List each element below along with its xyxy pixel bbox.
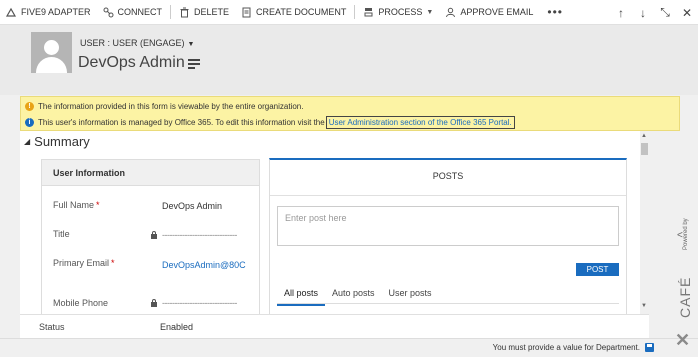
status-row: Status Enabled xyxy=(20,314,649,338)
trash-icon xyxy=(179,7,190,18)
posts-title: POSTS xyxy=(432,171,464,181)
mobile-phone-value: ------------------------------ xyxy=(162,298,237,308)
notification-bar: ! The information provided in this form … xyxy=(20,96,680,131)
brand-name: CAFÉ xyxy=(677,276,693,318)
delete-button[interactable]: DELETE xyxy=(173,0,235,25)
scroll-down-icon[interactable]: ▼ xyxy=(641,303,647,309)
required-marker: * xyxy=(96,200,100,210)
form-scrollbar[interactable]: ▲ ▼ xyxy=(640,131,649,314)
info-notification: i This user's information is managed by … xyxy=(25,116,515,129)
five9-adapter-label: FIVE9 ADAPTER xyxy=(21,7,91,17)
avatar-body xyxy=(36,57,67,73)
chevron-down-icon: ▼ xyxy=(426,8,434,16)
status-label: Status xyxy=(39,322,65,332)
process-button[interactable]: PROCESS ▼ xyxy=(357,0,439,25)
form-selector[interactable]: USER : USER (ENGAGE) ▼ xyxy=(80,38,194,48)
connect-label: CONNECT xyxy=(117,7,163,17)
post-input[interactable]: Enter post here xyxy=(277,206,619,246)
record-name: DevOps Admin xyxy=(78,54,185,71)
field-label-text: Full Name xyxy=(53,200,95,210)
close-icon[interactable]: ✕ xyxy=(676,6,698,20)
full-name-label: Full Name * xyxy=(53,200,100,210)
branding-panel: < Powered by CAFÉ ✕ xyxy=(671,218,695,355)
lock-icon xyxy=(150,231,158,239)
summary-section-header[interactable]: ◢ Summary xyxy=(24,134,90,149)
office365-portal-link[interactable]: User Administration section of the Offic… xyxy=(325,116,515,129)
scroll-thumb[interactable] xyxy=(641,143,648,155)
five9-adapter-button[interactable]: FIVE9 ADAPTER xyxy=(0,0,97,25)
divider xyxy=(170,5,172,19)
divider xyxy=(270,195,626,196)
document-icon xyxy=(241,7,252,18)
arrow-down-icon[interactable]: ↓ xyxy=(632,6,654,20)
connect-button[interactable]: CONNECT xyxy=(97,0,169,25)
panel-title: User Information xyxy=(42,160,259,186)
footer-bar: You must provide a value for Department. xyxy=(0,338,698,357)
full-name-field[interactable]: DevOps Admin xyxy=(162,201,252,211)
title-field: ------------------------------ xyxy=(150,230,255,240)
field-label-text: Primary Email xyxy=(53,258,110,268)
delete-label: DELETE xyxy=(194,7,230,17)
warning-icon: ! xyxy=(25,102,34,111)
expand-icon[interactable]: ⤡ xyxy=(654,5,676,20)
divider xyxy=(354,5,356,19)
section-title: Summary xyxy=(34,134,90,149)
primary-email-label: Primary Email * xyxy=(53,258,115,268)
info-text: This user's information is managed by Of… xyxy=(38,118,325,127)
person-icon xyxy=(445,7,456,18)
info-icon: i xyxy=(25,118,34,127)
create-document-button[interactable]: CREATE DOCUMENT xyxy=(235,0,352,25)
required-marker: * xyxy=(111,258,115,268)
status-value[interactable]: Enabled xyxy=(160,322,193,332)
more-commands-button[interactable]: ••• xyxy=(539,0,571,25)
mobile-phone-field: ------------------------------ xyxy=(150,298,255,308)
warning-text: The information provided in this form is… xyxy=(38,102,304,111)
record-header: USER : USER (ENGAGE) ▼ DevOps Admin xyxy=(0,25,698,95)
connect-icon xyxy=(103,7,114,18)
avatar-head xyxy=(44,40,59,55)
create-document-label: CREATE DOCUMENT xyxy=(256,7,347,17)
mobile-phone-label: Mobile Phone xyxy=(53,298,109,308)
avatar[interactable] xyxy=(31,32,72,73)
warning-notification: ! The information provided in this form … xyxy=(25,102,303,111)
validation-message: You must provide a value for Department. xyxy=(492,343,640,352)
chevron-left-icon[interactable]: < xyxy=(677,230,683,241)
arrow-up-icon[interactable]: ↑ xyxy=(610,6,632,20)
title-value: ------------------------------ xyxy=(162,230,237,240)
divider xyxy=(277,303,619,304)
posts-panel: POSTS Enter post here POST All posts Aut… xyxy=(269,158,627,314)
process-icon xyxy=(363,7,374,18)
chevron-down-icon: ▼ xyxy=(187,41,195,48)
scroll-up-icon[interactable]: ▲ xyxy=(641,133,647,139)
lock-icon xyxy=(150,299,158,307)
title-label: Title xyxy=(53,229,70,239)
process-label: PROCESS xyxy=(378,7,423,17)
five9-icon xyxy=(5,7,17,18)
menu-icon[interactable] xyxy=(188,59,200,69)
form-body: ◢ Summary User Information Full Name * De… xyxy=(20,131,640,314)
command-bar: FIVE9 ADAPTER CONNECT DELETE CREATE DOCU… xyxy=(0,0,698,25)
form-selector-label: USER : USER (ENGAGE) xyxy=(80,38,185,48)
post-button[interactable]: POST xyxy=(576,263,619,276)
x-logo-icon: ✕ xyxy=(675,330,691,350)
record-navigation: ↑ ↓ ⤡ ✕ xyxy=(610,0,698,25)
powered-by-text: Powered by xyxy=(683,218,689,250)
primary-email-field[interactable]: DevOpsAdmin@80C xyxy=(162,260,252,270)
user-information-panel: User Information Full Name * DevOps Admin… xyxy=(41,159,260,314)
collapse-chevron-icon: ◢ xyxy=(24,137,31,146)
save-icon[interactable] xyxy=(645,343,654,352)
approve-email-button[interactable]: APPROVE EMAIL xyxy=(439,0,539,25)
approve-email-label: APPROVE EMAIL xyxy=(460,7,534,17)
